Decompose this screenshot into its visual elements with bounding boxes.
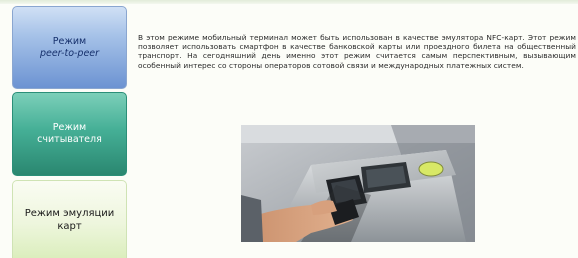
tab-label-line2: считывателя — [37, 134, 102, 145]
tab-peer-to-peer[interactable]: Режим peer-to-peer — [12, 6, 127, 89]
tab-label-line1: Режим — [52, 122, 87, 133]
turnstile-photo — [241, 125, 475, 242]
tab-label: Режим считывателя — [37, 122, 102, 146]
tab-label-line1: Режим — [52, 35, 87, 47]
tab-label-line2: peer-to-peer — [39, 47, 100, 59]
top-border — [0, 0, 578, 4]
tab-label: Режим эмуляции карт — [25, 207, 115, 233]
tab-label-line1: Режим эмуляции — [24, 207, 115, 219]
tab-label: Режим peer-to-peer — [40, 36, 99, 60]
tab-label-line2: карт — [57, 220, 82, 232]
tab-card-emulation[interactable]: Режим эмуляции карт — [12, 180, 127, 258]
description-text: В этом режиме мобильный терминал может б… — [138, 33, 576, 70]
tab-reader-mode[interactable]: Режим считывателя — [12, 92, 127, 176]
